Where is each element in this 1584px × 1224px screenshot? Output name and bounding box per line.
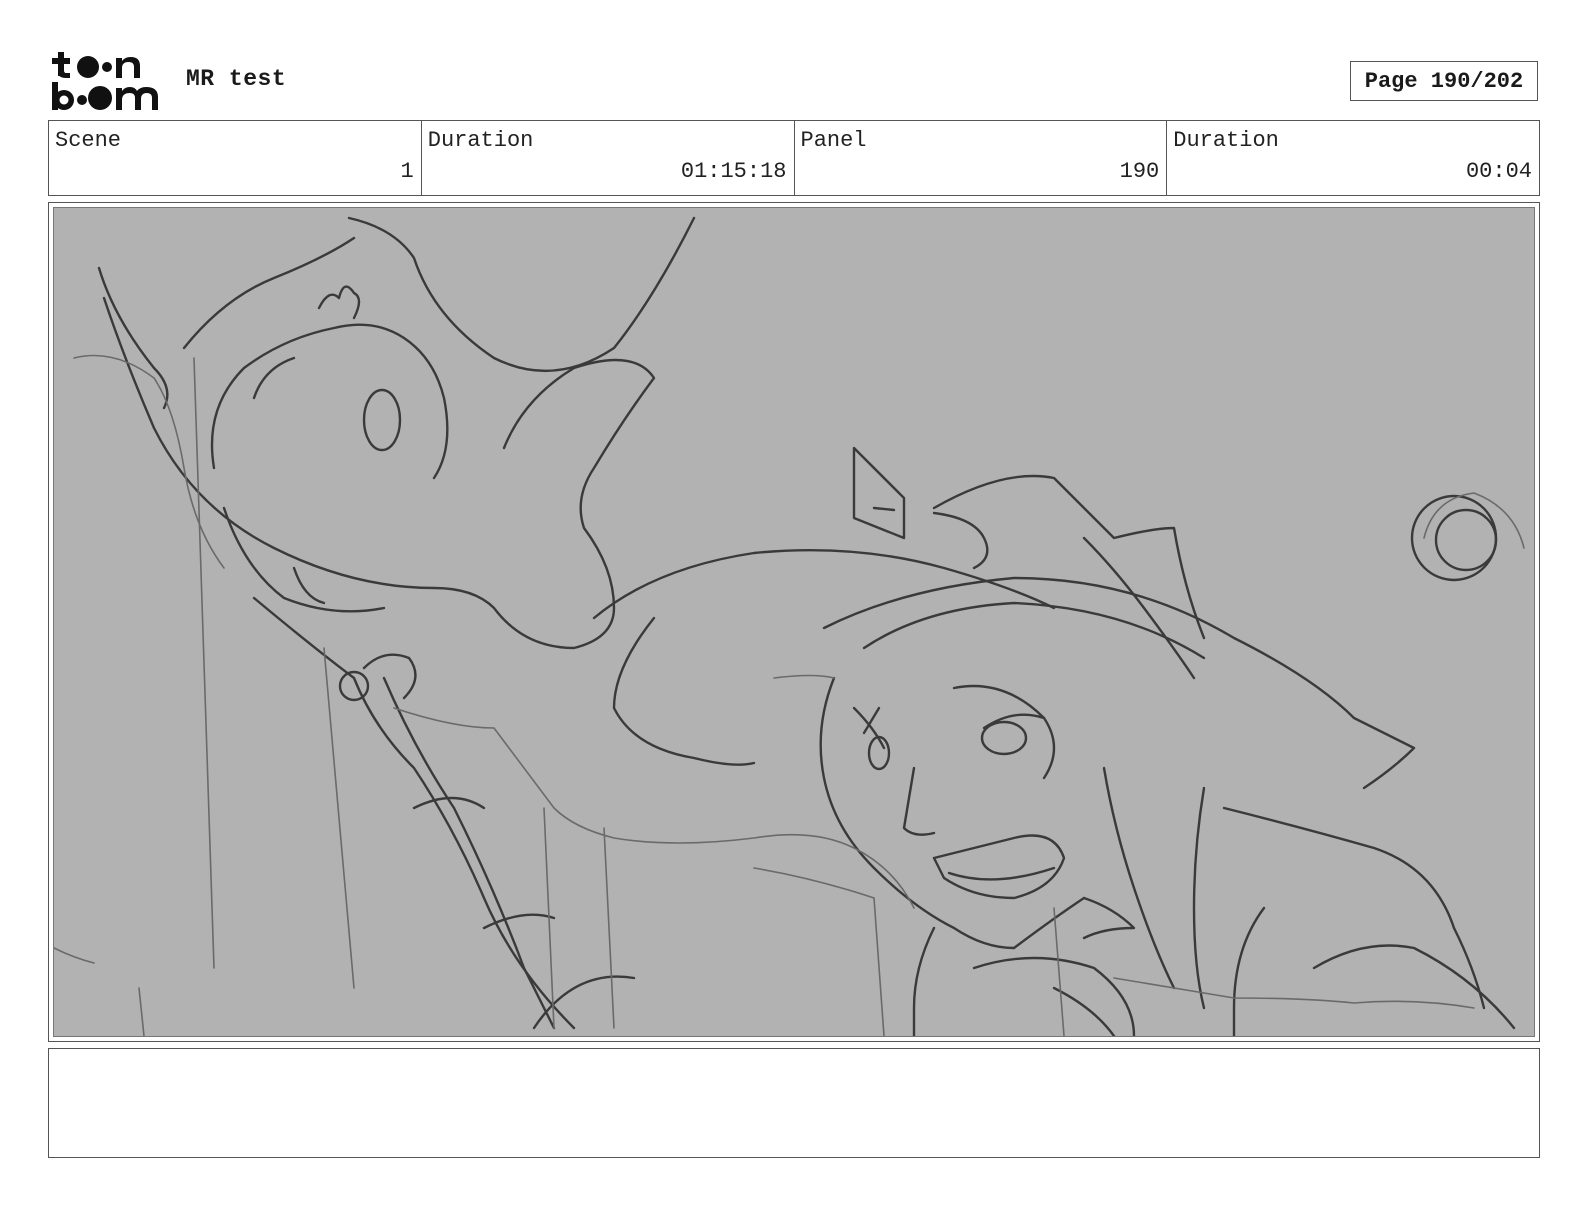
scene-label: Scene [55,128,122,153]
scene-duration-cell: Duration 01:15:18 [422,121,795,195]
panel-label: Panel [800,128,867,153]
panel-cell: Panel 190 [795,121,1168,195]
sketch-drawing [54,216,1525,1036]
scene-value: 1 [400,159,414,184]
scene-duration-value: 01:15:18 [680,159,787,184]
storyboard-panel-image [53,207,1535,1037]
page-label: Page 190/202 [1364,68,1524,94]
storyboard-panel-frame [48,202,1540,1042]
scene-duration-label: Duration [427,128,534,153]
panel-notes-box [48,1048,1540,1158]
toonboom-logo-icon [52,52,158,110]
page-indicator: Page 190/202 [1350,61,1538,101]
panel-duration-cell: Duration 00:04 [1167,121,1539,195]
scene-info-row: Scene 1 Duration 01:15:18 Panel 190 Dura… [48,120,1540,196]
panel-duration-value: 00:04 [1465,159,1532,184]
scene-cell: Scene 1 [49,121,422,195]
project-title: MR test [186,66,287,92]
panel-duration-label: Duration [1173,128,1279,153]
panel-value: 190 [1119,159,1160,184]
toonboom-logo [50,50,166,112]
